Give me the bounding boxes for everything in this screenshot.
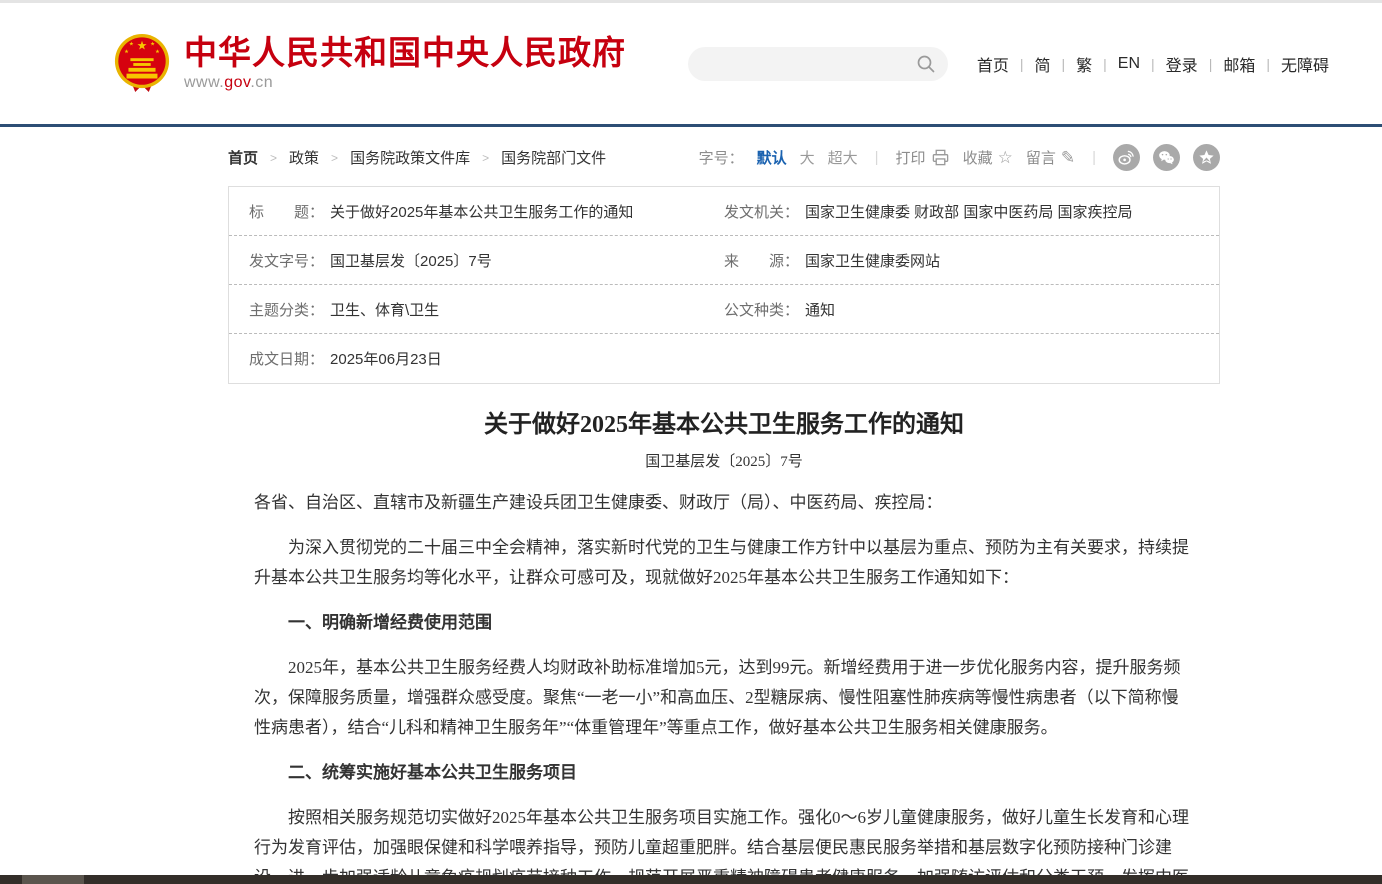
nav-traditional[interactable]: 繁	[1065, 52, 1103, 76]
meta-date-label: 成文日期：	[249, 348, 324, 369]
meta-agency-label: 发文机关：	[724, 201, 799, 222]
page-toolbar: 字号： 默认 大 超大 | 打印 收藏 ☆ 留言 ✎ |	[699, 144, 1220, 171]
comment-label: 留言	[1026, 147, 1056, 168]
nav-english[interactable]: EN	[1107, 55, 1151, 73]
chevron-right-icon: >	[331, 151, 338, 165]
meta-docnumber-value: 国卫基层发〔2025〕7号	[330, 250, 492, 271]
print-label: 打印	[896, 147, 926, 168]
document-meta-table: 标 题： 关于做好2025年基本公共卫生服务工作的通知 发文机关： 国家卫生健康…	[228, 186, 1220, 384]
national-emblem-icon	[113, 33, 171, 95]
site-url-gov: gov	[224, 74, 250, 91]
breadcrumb-toolbar-row: 首页 > 政策 > 国务院政策文件库 > 国务院部门文件 字号： 默认 大 超大…	[228, 144, 1220, 171]
nav-mail[interactable]: 邮箱	[1212, 52, 1266, 76]
document-body: 各省、自治区、直辖市及新疆生产建设兵团卫生健康委、财政厅（局）、中医药局、疾控局…	[228, 488, 1220, 884]
nav-simplified[interactable]: 简	[1023, 52, 1061, 76]
document-article: 关于做好2025年基本公共卫生服务工作的通知 国卫基层发〔2025〕7号 各省、…	[228, 404, 1220, 884]
section-1-paragraph: 2025年，基本公共卫生服务经费人均财政补助标准增加5元，达到99元。新增经费用…	[254, 653, 1194, 743]
meta-category-value: 卫生、体育\卫生	[330, 299, 439, 320]
horizontal-scrollbar-thumb[interactable]	[22, 875, 84, 884]
meta-doctype-label: 公文种类：	[724, 299, 799, 320]
comment-button[interactable]: 留言 ✎	[1026, 147, 1075, 168]
document-number: 国卫基层发〔2025〕7号	[228, 450, 1220, 471]
meta-title-cell: 标 题： 关于做好2025年基本公共卫生服务工作的通知	[249, 201, 724, 222]
meta-row-title-agency: 标 题： 关于做好2025年基本公共卫生服务工作的通知 发文机关： 国家卫生健康…	[229, 187, 1219, 236]
wechat-share-button[interactable]	[1153, 144, 1180, 171]
chevron-right-icon: >	[270, 151, 277, 165]
meta-docnumber-cell: 发文字号： 国卫基层发〔2025〕7号	[249, 250, 724, 271]
section-1-heading: 一、明确新增经费使用范围	[254, 608, 1194, 638]
search-input[interactable]	[704, 56, 916, 72]
intro-paragraph: 为深入贯彻党的二十届三中全会精神，落实新时代党的卫生与健康工作方针中以基层为重点…	[254, 533, 1194, 593]
chevron-right-icon: >	[482, 151, 489, 165]
site-logo[interactable]: 中华人民共和国中央人民政府 www.gov.cn	[113, 33, 626, 95]
salutation-paragraph: 各省、自治区、直辖市及新疆生产建设兵团卫生健康委、财政厅（局）、中医药局、疾控局…	[254, 488, 1194, 518]
meta-date-value: 2025年06月23日	[330, 348, 442, 369]
section-2-paragraph: 按照相关服务规范切实做好2025年基本公共卫生服务项目实施工作。强化0～6岁儿童…	[254, 803, 1194, 884]
header-divider	[0, 124, 1382, 127]
wechat-icon	[1158, 149, 1175, 166]
fontsize-label: 字号：	[699, 147, 744, 168]
breadcrumb-home[interactable]: 首页	[228, 147, 258, 168]
page: 中华人民共和国中央人民政府 www.gov.cn 首页| 简| 繁| EN| 登…	[0, 0, 1382, 884]
site-header: 中华人民共和国中央人民政府 www.gov.cn 首页| 简| 繁| EN| 登…	[0, 3, 1382, 124]
nav-login[interactable]: 登录	[1155, 52, 1209, 76]
meta-row-date: 成文日期： 2025年06月23日	[229, 334, 1219, 383]
site-title[interactable]: 中华人民共和国中央人民政府	[184, 35, 626, 71]
weibo-share-button[interactable]	[1113, 144, 1140, 171]
meta-category-label: 主题分类：	[249, 299, 324, 320]
meta-source-label: 来 源：	[724, 250, 799, 271]
search-icon[interactable]	[916, 54, 936, 74]
fontsize-large-button[interactable]: 大	[800, 147, 815, 168]
meta-row-category-type: 主题分类： 卫生、体育\卫生 公文种类： 通知	[229, 285, 1219, 334]
favorite-button[interactable]: 收藏 ☆	[963, 147, 1013, 168]
header-right: 首页| 简| 繁| EN| 登录| 邮箱| 无障碍	[688, 47, 1340, 81]
toolbar-separator: |	[871, 149, 883, 166]
breadcrumb-policy-library[interactable]: 国务院政策文件库	[350, 147, 470, 168]
meta-doctype-value: 通知	[805, 299, 835, 320]
meta-docnumber-label: 发文字号：	[249, 250, 324, 271]
site-url-www: www.	[184, 74, 224, 91]
meta-source-value: 国家卫生健康委网站	[805, 250, 940, 271]
fontsize-xlarge-button[interactable]: 超大	[828, 147, 858, 168]
meta-title-value: 关于做好2025年基本公共卫生服务工作的通知	[330, 201, 633, 222]
favorite-label: 收藏	[963, 147, 993, 168]
meta-date-cell: 成文日期： 2025年06月23日	[249, 348, 724, 369]
nav-accessibility[interactable]: 无障碍	[1270, 52, 1340, 76]
breadcrumb-department-docs[interactable]: 国务院部门文件	[501, 147, 606, 168]
toolbar-separator: |	[1088, 149, 1100, 166]
meta-row-number-source: 发文字号： 国卫基层发〔2025〕7号 来 源： 国家卫生健康委网站	[229, 236, 1219, 285]
meta-source-cell: 来 源： 国家卫生健康委网站	[724, 250, 1199, 271]
print-button[interactable]: 打印	[896, 147, 950, 168]
share-group	[1113, 144, 1220, 171]
star-icon: ☆	[998, 148, 1013, 168]
nav-home[interactable]: 首页	[966, 52, 1020, 76]
qzone-share-button[interactable]	[1193, 144, 1220, 171]
document-title: 关于做好2025年基本公共卫生服务工作的通知	[228, 404, 1220, 439]
search-box[interactable]	[688, 47, 948, 81]
meta-agency-cell: 发文机关： 国家卫生健康委 财政部 国家中医药局 国家疾控局	[724, 201, 1199, 222]
meta-doctype-cell: 公文种类： 通知	[724, 299, 1199, 320]
site-identity: 中华人民共和国中央人民政府 www.gov.cn	[184, 35, 626, 92]
site-url: www.gov.cn	[184, 74, 626, 92]
weibo-icon	[1118, 149, 1135, 166]
section-2-heading: 二、统筹实施好基本公共卫生服务项目	[254, 758, 1194, 788]
qzone-star-icon	[1198, 149, 1215, 166]
fontsize-default-button[interactable]: 默认	[757, 147, 787, 168]
breadcrumb: 首页 > 政策 > 国务院政策文件库 > 国务院部门文件	[228, 147, 606, 168]
site-url-cn: .cn	[250, 74, 273, 91]
printer-icon	[931, 148, 950, 167]
horizontal-scrollbar-track[interactable]	[0, 875, 1382, 884]
pencil-icon: ✎	[1061, 148, 1075, 168]
meta-agency-value: 国家卫生健康委 财政部 国家中医药局 国家疾控局	[805, 201, 1133, 222]
meta-category-cell: 主题分类： 卫生、体育\卫生	[249, 299, 724, 320]
top-nav: 首页| 简| 繁| EN| 登录| 邮箱| 无障碍	[966, 52, 1340, 76]
meta-title-label: 标 题：	[249, 201, 324, 222]
breadcrumb-policy[interactable]: 政策	[289, 147, 319, 168]
